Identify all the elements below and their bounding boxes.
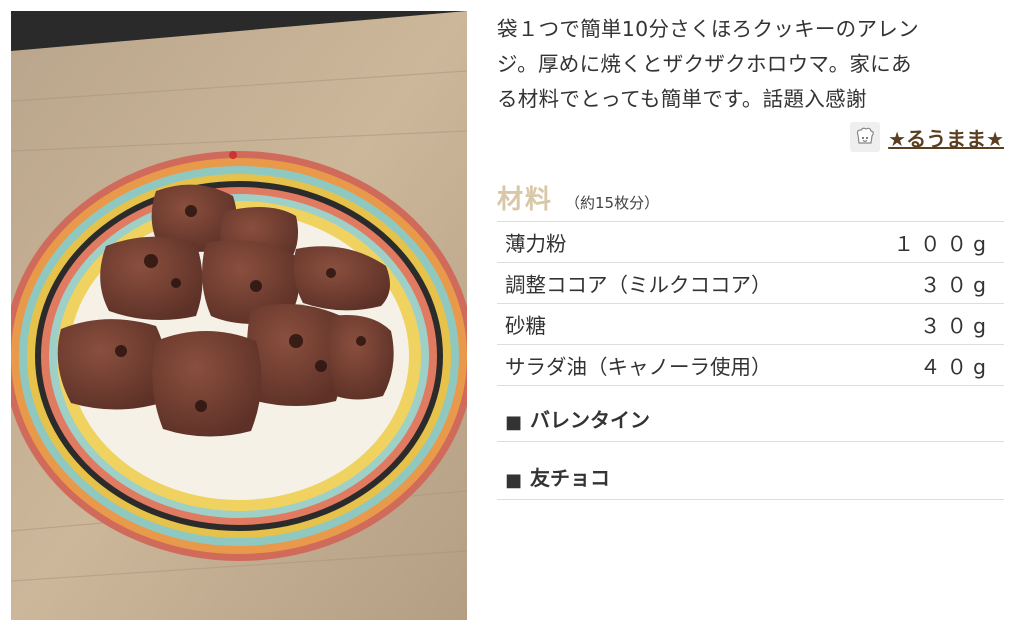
square-bullet-icon: ■ <box>505 470 523 491</box>
servings-label: （約15枚分） <box>565 194 660 212</box>
ingredient-name: 砂糖 <box>505 314 546 338</box>
ingredients-title: 材料 <box>497 185 554 215</box>
ingredient-qty: ３０g <box>919 273 992 297</box>
recipe-photo[interactable] <box>11 11 467 620</box>
recipe-page: 袋１つで簡単10分さくほろクッキーのアレン ジ。厚めに焼くとザクザクホロウマ。家… <box>0 0 1024 633</box>
author-link[interactable]: ★るうまま★ <box>888 123 1004 152</box>
chef-avatar-icon[interactable] <box>850 122 881 152</box>
description-line: 袋１つで簡単10分さくほろクッキーのアレン <box>497 17 919 41</box>
ingredient-name: サラダ油（キャノーラ使用） <box>505 355 772 379</box>
ingredient-row: 調整ココア（ミルクココア） ３０g <box>497 263 1004 304</box>
cookie-plate-image <box>11 11 467 620</box>
ingredients-table: 薄力粉 １００g 調整ココア（ミルクココア） ３０g 砂糖 ３０g サラダ油（キ… <box>497 221 1004 386</box>
ingredient-qty: ４０g <box>919 355 992 379</box>
ingredients-header: 材料 （約15枚分） <box>497 179 1004 219</box>
description-line: ジ。厚めに焼くとザクザクホロウマ。家にあ <box>497 52 912 76</box>
group-label: バレンタイン <box>530 408 651 432</box>
ingredient-row: 薄力粉 １００g <box>497 222 1004 263</box>
author-row: ★るうまま★ <box>497 119 1004 155</box>
recipe-info-column: 袋１つで簡単10分さくほろクッキーのアレン ジ。厚めに焼くとザクザクホロウマ。家… <box>497 12 1004 500</box>
description-line: る材料でとっても簡単です。話題入感謝 <box>497 87 867 111</box>
group-heading-valentine: ■ バレンタイン <box>497 386 1004 442</box>
ingredient-row: サラダ油（キャノーラ使用） ４０g <box>497 345 1004 386</box>
group-heading-tomochoco: ■ 友チョコ <box>497 442 1004 500</box>
ingredient-name: 調整ココア（ミルクココア） <box>505 273 772 297</box>
square-bullet-icon: ■ <box>505 412 523 433</box>
group-label: 友チョコ <box>530 466 611 490</box>
ingredient-qty: １００g <box>893 232 992 256</box>
recipe-description: 袋１つで簡単10分さくほろクッキーのアレン ジ。厚めに焼くとザクザクホロウマ。家… <box>497 12 1004 117</box>
ingredient-qty: ３０g <box>919 314 992 338</box>
ingredient-name: 薄力粉 <box>505 232 567 256</box>
ingredient-row: 砂糖 ３０g <box>497 304 1004 345</box>
